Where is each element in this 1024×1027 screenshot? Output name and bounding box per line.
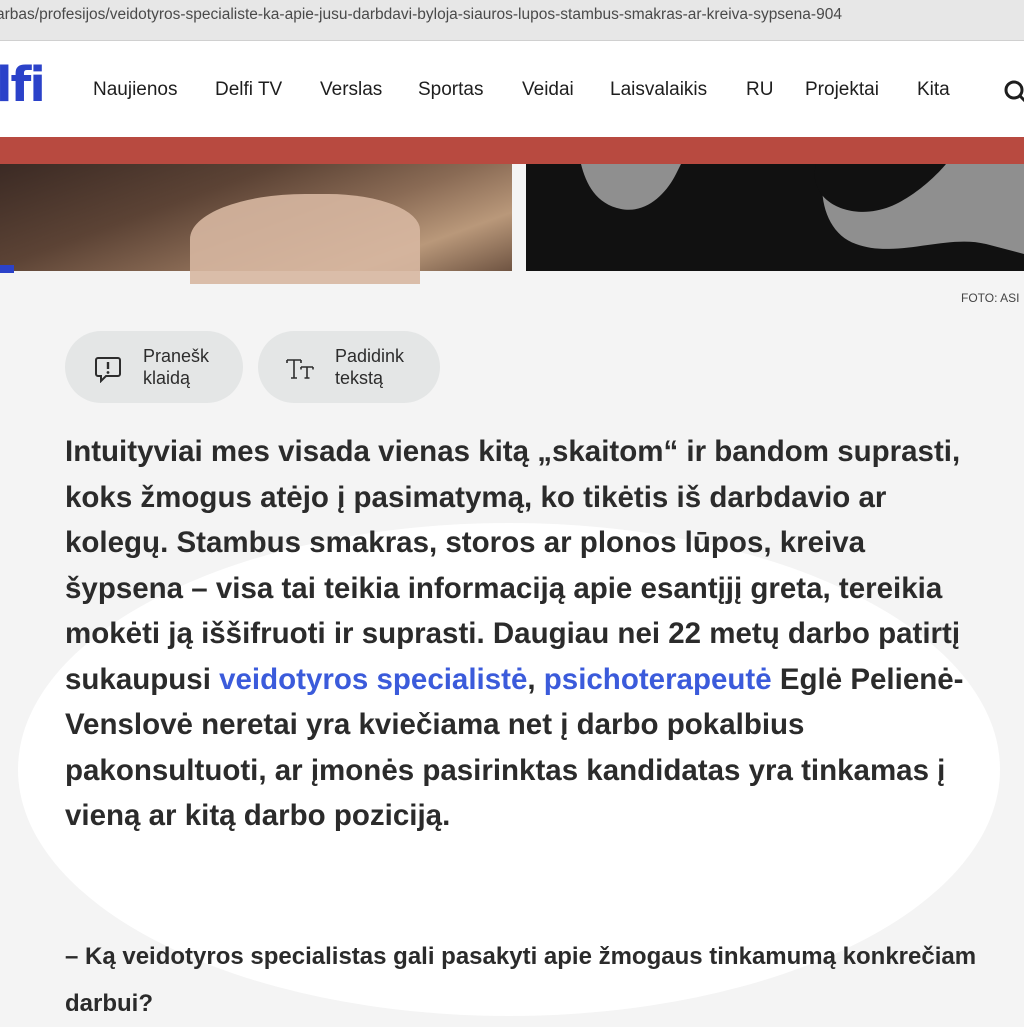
report-label-line2: klaidą xyxy=(143,368,191,388)
address-bar[interactable]: arbas/profesijos/veidotyros-specialiste-… xyxy=(0,0,1024,41)
enlarge-label-line1: Padidink xyxy=(335,346,405,366)
article-photo-right xyxy=(526,164,1024,271)
nav-item-verslas[interactable]: Verslas xyxy=(320,79,382,101)
nav-item-naujienos[interactable]: Naujienos xyxy=(93,79,178,101)
enlarge-text-button[interactable]: Padidink tekstą xyxy=(258,331,440,403)
article-photo-left xyxy=(0,164,512,284)
delfi-logo[interactable]: lfi xyxy=(0,57,46,113)
report-error-button[interactable]: Pranešk klaidą xyxy=(65,331,243,403)
enlarge-label-line2: tekstą xyxy=(335,368,384,388)
alert-bubble-icon xyxy=(95,357,121,383)
text-size-icon xyxy=(286,359,314,379)
link-psichoterapeute[interactable]: psichoterapeutė xyxy=(544,663,772,696)
nav-item-veidai[interactable]: Veidai xyxy=(522,79,574,101)
article-comma: , xyxy=(527,662,544,696)
promo-banner[interactable] xyxy=(0,137,1024,164)
nav-item-ru[interactable]: RU xyxy=(746,79,773,101)
nav-item-kita[interactable]: Kita xyxy=(917,79,950,101)
nav-item-laisvalaikis[interactable]: Laisvalaikis xyxy=(610,79,707,101)
interview-question: – Ką veidotyros specialistas gali pasaky… xyxy=(65,943,977,1017)
link-veidotyros-specialiste[interactable]: veidotyros specialistė xyxy=(219,663,527,696)
url-text: arbas/profesijos/veidotyros-specialiste-… xyxy=(0,6,842,23)
photo-caption: FOTO: ASI xyxy=(961,291,1020,305)
report-label-line1: Pranešk xyxy=(143,346,210,366)
nav-item-sportas[interactable]: Sportas xyxy=(418,79,483,101)
accent-bar xyxy=(0,265,14,273)
site-header: lfi Naujienos Delfi TV Verslas Sportas V… xyxy=(0,41,1024,137)
nav-item-projektai[interactable]: Projektai xyxy=(805,79,879,101)
article-text-before: Intuityviai mes visada vienas kitą „skai… xyxy=(65,435,961,696)
nav-item-delfi-tv[interactable]: Delfi TV xyxy=(215,79,282,101)
face-silhouette-image xyxy=(526,164,1024,271)
article-lead-paragraph: Intuityviai mes visada vienas kitą „skai… xyxy=(65,429,985,839)
search-icon[interactable] xyxy=(1003,79,1024,105)
